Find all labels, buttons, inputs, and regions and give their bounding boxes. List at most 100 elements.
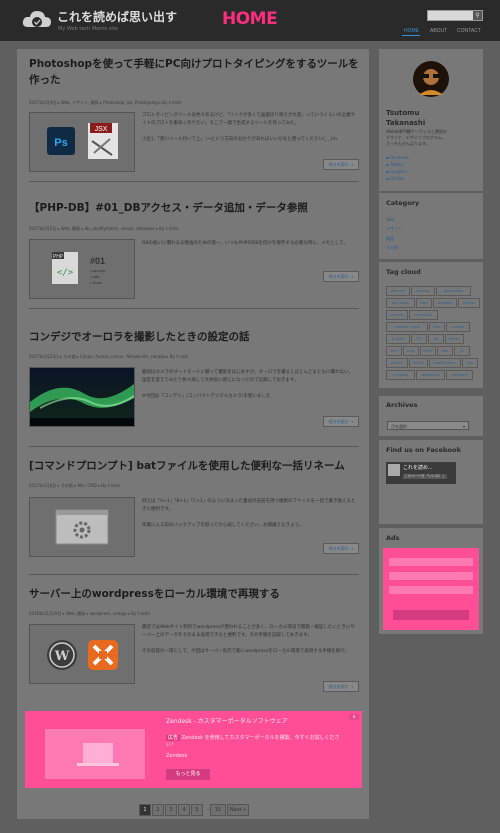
ad-cta-button[interactable]: もっと見る (166, 769, 210, 780)
tag-link[interactable]: cocos2d-x (409, 310, 438, 320)
post-title[interactable]: コンデジでオーロラを撮影したときの設定の話 (29, 329, 359, 345)
read-more-button[interactable]: 続きを読む → (323, 543, 359, 554)
post-title[interactable]: [コマンドプロンプト] batファイルを使用した便利な一括リネーム (29, 458, 359, 474)
nav-home[interactable]: HOME (404, 28, 419, 34)
post-excerpt: DBの扱いに慣れるる勉強のための第一、いつもPHPのDBを何かを保存する必要な時… (142, 241, 349, 246)
post-thumbnail[interactable]: Ps JSX (29, 112, 135, 172)
tag-link[interactable]: android (411, 286, 435, 296)
googleplus-link[interactable]: ▪ Google+ (386, 169, 407, 174)
profile-widget: Tsutomu Takanashi Web系専門職サーヴィスと運用の デザイナ、… (379, 49, 483, 191)
ad-image[interactable] (45, 729, 145, 779)
ad-sponsor: Zendesk (166, 753, 188, 759)
avatar[interactable] (413, 61, 449, 97)
tag-link[interactable]: App Store (386, 298, 415, 308)
ad-body: 広告 Zendesk を使用してカスタマーポータルを構築、今すぐお試しください！ (166, 735, 346, 749)
aurora-photo (30, 368, 135, 426)
facebook-page-plugin[interactable]: これを読め... このページを「いいね！」 (386, 462, 456, 484)
post-divider (29, 181, 359, 182)
tag-link[interactable]: FTP (411, 334, 427, 344)
tag-link[interactable]: Redmi (445, 334, 464, 344)
twitter-link[interactable]: ▪ Twitter (386, 162, 403, 167)
facebook-like-button[interactable]: このページを「いいね！」 (403, 474, 447, 479)
tag-link[interactable]: scripting (386, 370, 415, 380)
tag-link[interactable]: chrome (386, 310, 408, 320)
facebook-title: Find us on Facebook (386, 446, 461, 454)
archives-select[interactable]: 月を選択 ▾ (387, 421, 469, 430)
category-link[interactable]: デザイン (386, 226, 402, 231)
category-link[interactable]: 開発 (386, 236, 394, 241)
post-thumbnail[interactable]: W (29, 624, 135, 684)
tag-link[interactable]: jQuery (386, 358, 408, 368)
post-excerpt-note: 小出し「使いツール付いて上」（→という方向の分かりがあればいいかなと使ってくださ… (142, 137, 337, 142)
page-15[interactable]: 15 (210, 804, 226, 816)
svg-text:W: W (54, 649, 70, 664)
archives-select-value: 月を選択 (391, 424, 407, 429)
nav-contact[interactable]: CONTACT (457, 28, 481, 34)
next-page-button[interactable]: Next » (227, 804, 249, 816)
ad-title[interactable]: Zendesk - カスタマーポータルソフトウェア (166, 716, 288, 725)
page-4[interactable]: 4 (178, 804, 190, 816)
read-more-button[interactable]: 続きを読む → (323, 681, 359, 692)
page-3[interactable]: 3 (165, 804, 177, 816)
search-input[interactable]: ⚲ (427, 10, 483, 21)
tag-link[interactable]: wordpress (416, 370, 445, 380)
read-more-button[interactable]: 続きを読む → (323, 271, 359, 282)
tag-link[interactable]: Creative Cloud (386, 322, 428, 332)
svg-text:#01: #01 (90, 256, 105, 266)
post-meta: 2017年1月8日 ▸ その他 ▸ Win, CMD ▸ By t-nishi (29, 483, 121, 488)
archives-title: Archives (386, 401, 418, 409)
post-item: [コマンドプロンプト] batファイルを使用した便利な一括リネーム 2017年1… (29, 458, 359, 575)
post-thumbnail[interactable] (29, 367, 135, 427)
tag-link[interactable]: Slim (386, 346, 402, 356)
read-more-button[interactable]: 続きを読む → (323, 159, 359, 170)
tag-link[interactable]: js (454, 346, 470, 356)
tag-link[interactable]: dmm (429, 322, 445, 332)
tag-link[interactable]: eclipse (446, 322, 470, 332)
tag-link[interactable]: Eclipse (386, 334, 410, 344)
search-icon[interactable]: ⚲ (473, 11, 482, 20)
post-title[interactable]: Photoshopを使って手軽にPC向けプロトタイピングをするツールを作った (29, 56, 359, 88)
facebook-link[interactable]: ▪ Facebook (386, 155, 409, 160)
tag-link[interactable]: MySQL (409, 358, 428, 368)
logo-cloud-icon[interactable] (22, 9, 52, 31)
sidebar-ad-image (389, 558, 473, 620)
post-item: Photoshopを使って手軽にPC向けプロトタイピングをするツールを作った 2… (29, 56, 359, 182)
post-title[interactable]: サーバー上のwordpressをローカル環境で再現する (29, 586, 359, 602)
category-link[interactable]: Web (386, 217, 395, 222)
tag-link[interactable]: browser (433, 298, 457, 308)
tag-link[interactable]: phpMyAdmin (429, 358, 461, 368)
site-title[interactable]: これを読めば思い出す (57, 10, 177, 24)
page-2[interactable]: 2 (152, 804, 164, 816)
post-item: 【PHP-DB】#01_DBアクセス・データ追加・データ参照 2017年2月2日… (29, 200, 359, 310)
post-meta: 2017年2月4日 ▸ Web, デザイン, 開発 ▸ Photoshop, j… (29, 100, 182, 105)
page-5[interactable]: 5 (191, 804, 203, 816)
page-1[interactable]: 1 (139, 804, 151, 816)
category-link[interactable]: その他 (386, 245, 398, 250)
read-more-button[interactable]: 続きを読む → (323, 416, 359, 427)
tag-link[interactable]: Gulp (403, 346, 419, 356)
tag-link[interactable]: php (462, 358, 478, 368)
post-thumbnail[interactable] (29, 497, 135, 557)
svg-text:• access: • access (90, 268, 105, 273)
post-excerpt: 最初はカメラのオートモードに頼って撮影をはじめすが、オーロラを撮るとほとんどまと… (142, 370, 354, 383)
post-divider (29, 446, 359, 447)
tag-link[interactable]: ada-nim (386, 286, 410, 296)
tag-link[interactable]: git (428, 334, 444, 344)
post-meta: 2017年1月23日 ▸ その他 ▸ Canon, Aurora, canon,… (29, 354, 189, 359)
tag-link[interactable]: software (446, 370, 473, 380)
svg-text:• add: • add (90, 274, 99, 279)
facebook-page-avatar (388, 464, 400, 476)
tag-link[interactable]: MAMP (420, 346, 436, 356)
github-link[interactable]: ▪ GitHub (386, 176, 404, 181)
nav-about[interactable]: ABOUT (430, 28, 447, 34)
site-header: これを読めば思い出す My Web tech Memo site HOME ⚲ … (0, 0, 500, 41)
sidebar-ad-banner[interactable] (383, 548, 479, 630)
tag-link[interactable]: Application (436, 286, 471, 296)
post-thumbnail[interactable]: PHP </> #01 • access • add • show (29, 239, 135, 299)
ad-close-icon[interactable]: ✕ (349, 714, 359, 720)
ad-banner-bottom[interactable]: Zendesk - カスタマーポータルソフトウェア ✕ 広告 Zendesk を… (25, 711, 362, 788)
tag-link[interactable]: blog (416, 298, 432, 308)
tag-link[interactable]: canvas (458, 298, 480, 308)
tag-link[interactable]: Mac (437, 346, 453, 356)
post-title[interactable]: 【PHP-DB】#01_DBアクセス・データ追加・データ参照 (29, 200, 359, 216)
